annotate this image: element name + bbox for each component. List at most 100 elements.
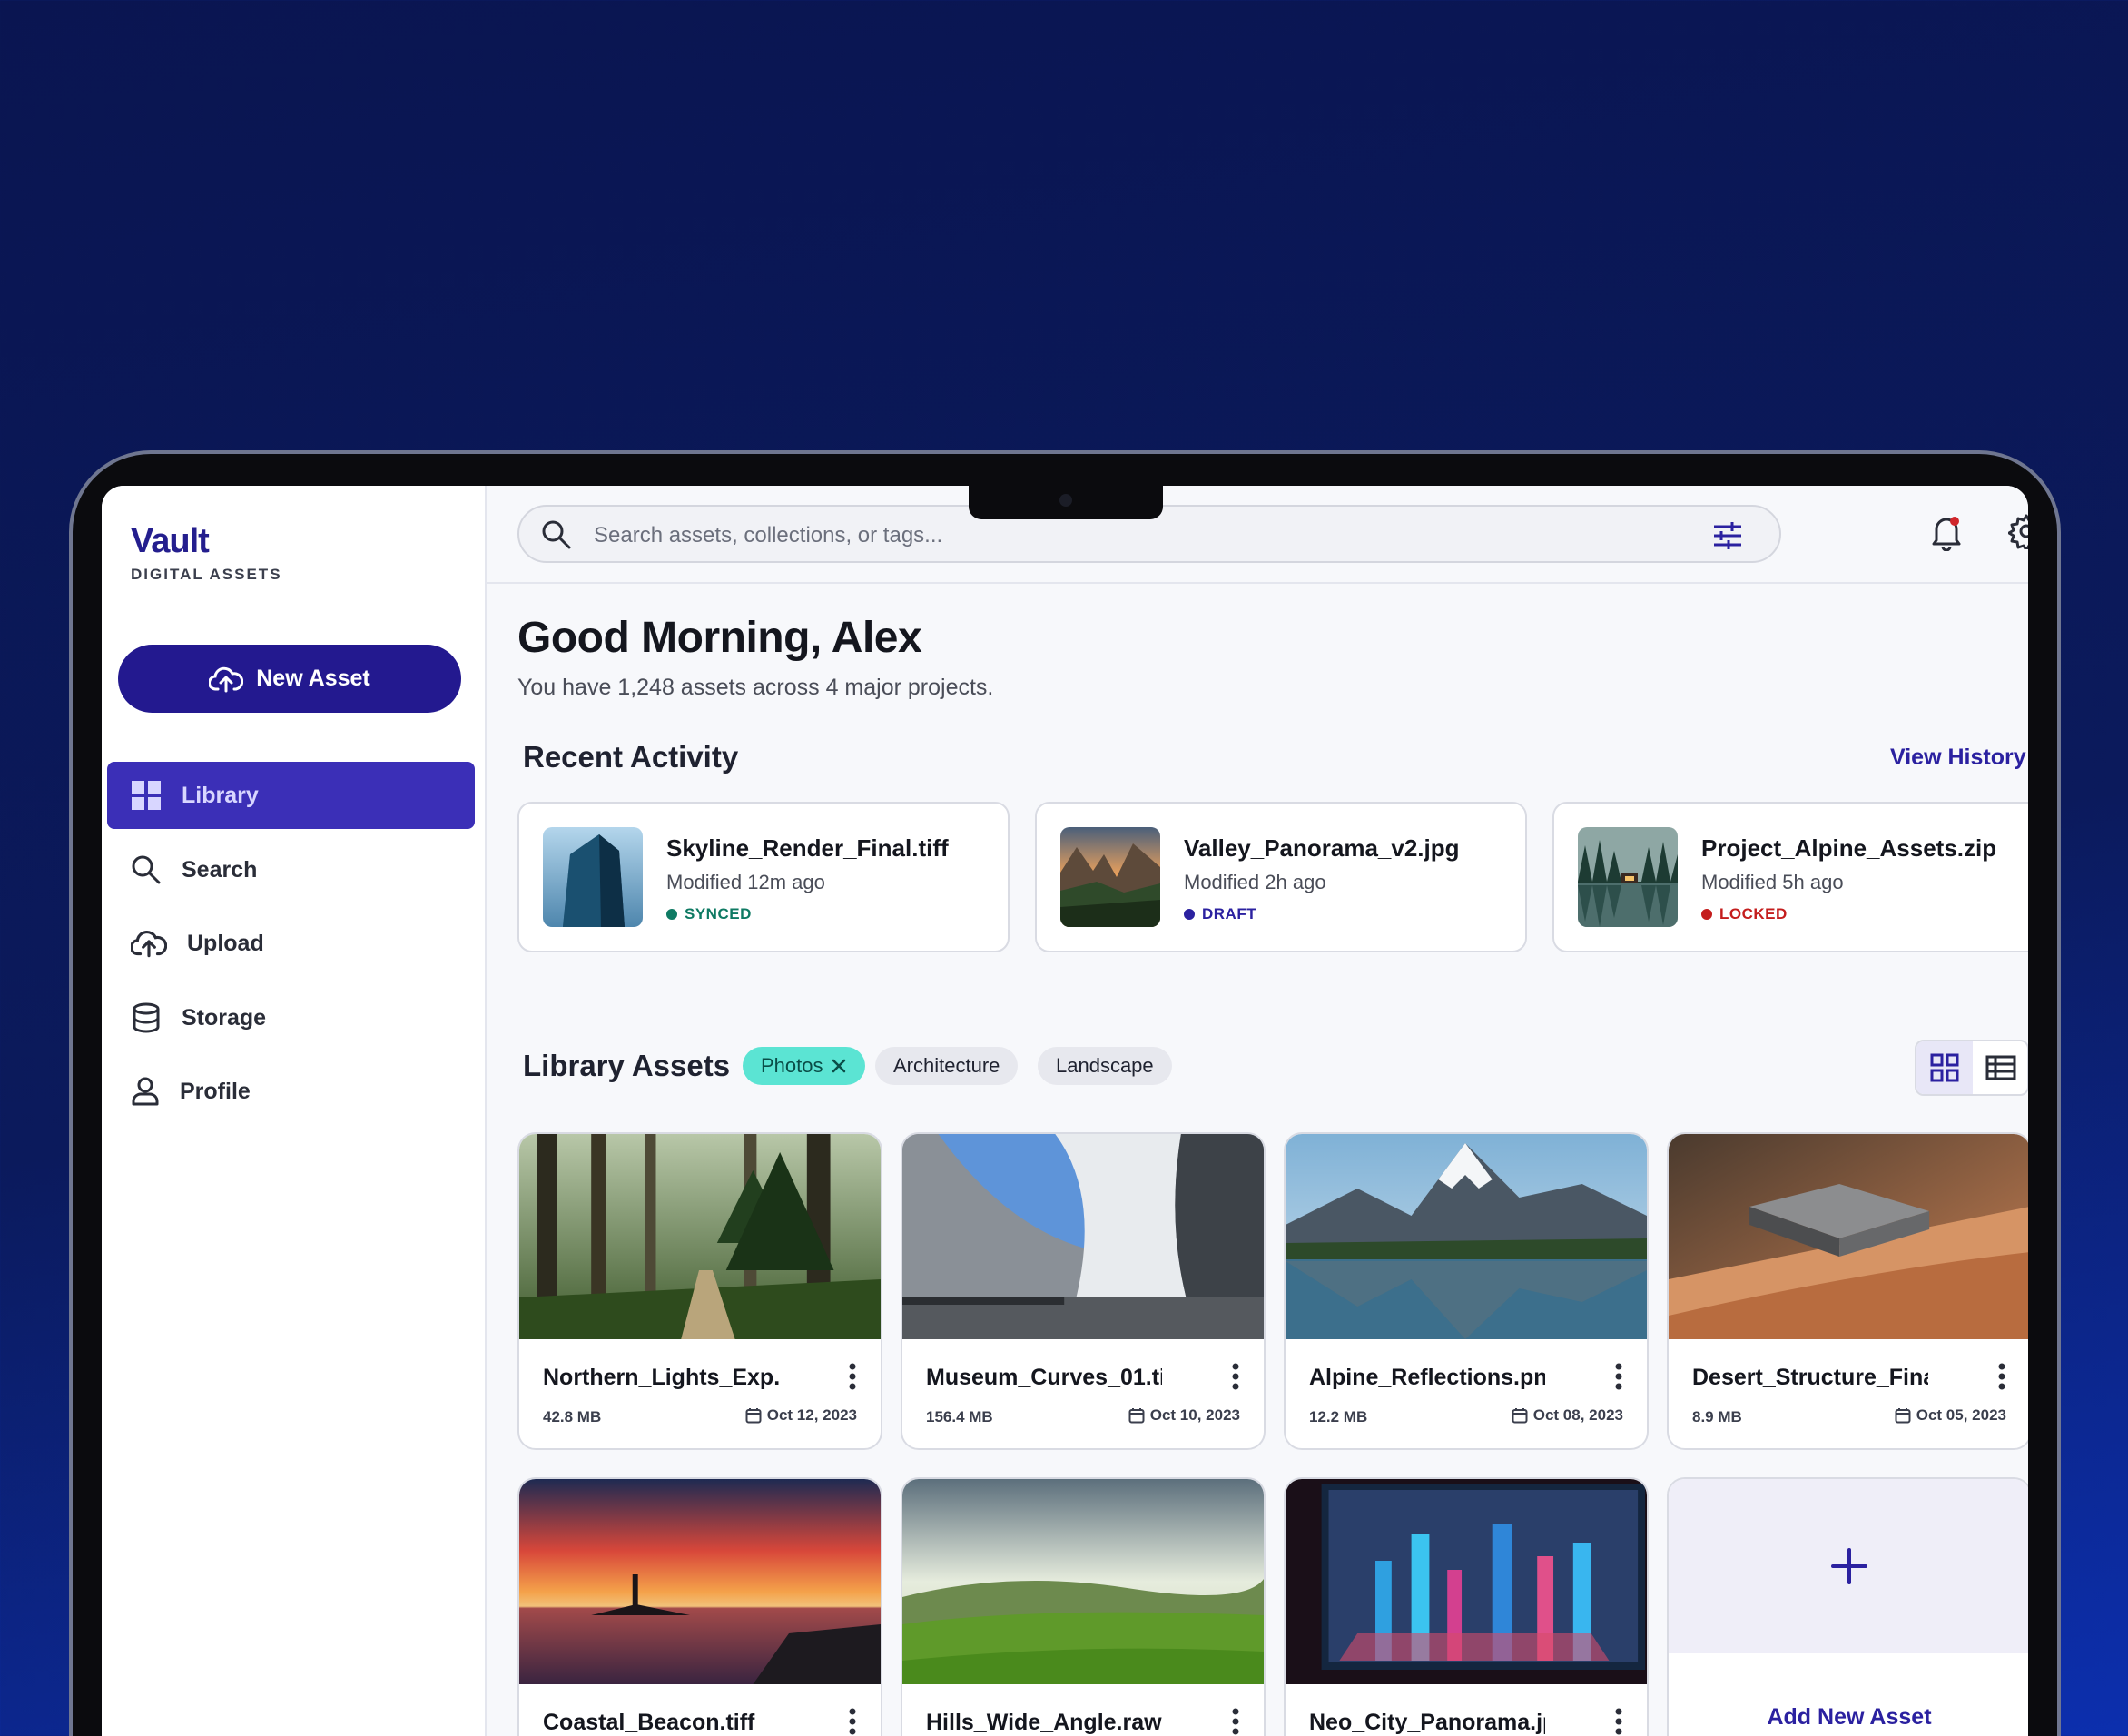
- asset-size: 12.2 MB: [1309, 1408, 1368, 1425]
- list-view-button[interactable]: [1973, 1041, 2027, 1094]
- asset-date-label: Oct 08, 2023: [1532, 1406, 1623, 1424]
- status-badge: DRAFT: [1184, 905, 1256, 923]
- asset-date: Oct 05, 2023: [1895, 1406, 2006, 1425]
- asset-card[interactable]: Hills_Wide_Angle.raw: [901, 1477, 1266, 1736]
- recent-activity-title: Recent Activity: [523, 740, 739, 774]
- asset-date: Oct 10, 2023: [1128, 1406, 1240, 1425]
- view-toggle: [1915, 1040, 2028, 1096]
- grid-icon: [1930, 1053, 1959, 1082]
- asset-name: Desert_Structure_Fina: [1692, 1365, 1928, 1390]
- filter-chip-landscape[interactable]: Landscape: [1038, 1047, 1172, 1085]
- sidebar-item-upload[interactable]: Upload: [107, 910, 475, 977]
- asset-date-label: Oct 12, 2023: [766, 1406, 857, 1424]
- asset-date: Oct 12, 2023: [745, 1406, 857, 1425]
- sidebar-item-label: Storage: [182, 1004, 267, 1031]
- close-icon[interactable]: [831, 1058, 847, 1074]
- database-icon: [133, 1002, 160, 1033]
- asset-date: Oct 08, 2023: [1512, 1406, 1623, 1425]
- search-icon: [132, 855, 161, 884]
- more-vertical-icon[interactable]: [1231, 1708, 1240, 1735]
- sidebar-item-library[interactable]: Library: [107, 762, 475, 829]
- recent-item-name: Skyline_Render_Final.tiff: [666, 834, 949, 862]
- status-badge: SYNCED: [666, 905, 752, 923]
- recent-item-modified: Modified 12m ago: [666, 871, 825, 893]
- app-logo[interactable]: Vault: [131, 522, 210, 561]
- user-icon: [132, 1077, 159, 1106]
- more-vertical-icon[interactable]: [1231, 1363, 1240, 1390]
- asset-card[interactable]: Museum_Curves_01.ti 156.4 MB Oct 10, 202…: [901, 1132, 1266, 1450]
- forest-image: [519, 1134, 881, 1339]
- sidebar-item-label: Library: [182, 782, 259, 808]
- chip-label: Photos: [761, 1054, 823, 1077]
- library-assets-title: Library Assets: [523, 1049, 731, 1082]
- add-new-asset-card[interactable]: Add New Asset: [1667, 1477, 2028, 1736]
- recent-item[interactable]: Valley_Panorama_v2.jpg Modified 2h ago D…: [1035, 802, 1527, 952]
- cloud-upload-icon: [209, 666, 244, 692]
- view-history-link[interactable]: View History: [1890, 745, 2026, 771]
- asset-card[interactable]: Coastal_Beacon.tiff: [517, 1477, 882, 1736]
- recent-item[interactable]: Project_Alpine_Assets.zip Modified 5h ag…: [1552, 802, 2028, 952]
- sidebar-item-storage[interactable]: Storage: [107, 984, 475, 1051]
- sidebar: Vault DIGITAL ASSETS New Asset Library S…: [102, 486, 487, 1736]
- status-dot: [666, 909, 677, 920]
- page-title: Good Morning, Alex: [517, 614, 922, 662]
- status-label: SYNCED: [685, 905, 752, 922]
- page-subtitle: You have 1,248 assets across 4 major pro…: [517, 675, 994, 700]
- more-vertical-icon[interactable]: [848, 1708, 857, 1735]
- bell-icon[interactable]: [1930, 513, 1963, 551]
- sidebar-item-search[interactable]: Search: [107, 836, 475, 903]
- asset-name: Coastal_Beacon.tiff: [543, 1710, 755, 1735]
- asset-name: Northern_Lights_Exp.: [543, 1365, 779, 1390]
- more-vertical-icon[interactable]: [1614, 1708, 1623, 1735]
- sidebar-item-profile[interactable]: Profile: [107, 1058, 475, 1125]
- plus-icon: [1831, 1548, 1867, 1584]
- more-vertical-icon[interactable]: [848, 1363, 857, 1390]
- asset-card[interactable]: Alpine_Reflections.pn 12.2 MB Oct 08, 20…: [1284, 1132, 1649, 1450]
- more-vertical-icon[interactable]: [1997, 1363, 2006, 1390]
- filter-icon[interactable]: [1712, 521, 1743, 550]
- hills-image: [902, 1479, 1264, 1684]
- asset-size: 42.8 MB: [543, 1408, 602, 1425]
- recent-item-name: Project_Alpine_Assets.zip: [1701, 834, 1997, 862]
- calendar-icon: [1128, 1408, 1145, 1424]
- valley-thumbnail: [1060, 827, 1160, 927]
- status-dot: [1184, 909, 1195, 920]
- new-asset-label: New Asset: [256, 666, 370, 691]
- asset-card[interactable]: Neo_City_Panorama.jp: [1284, 1477, 1649, 1736]
- recent-item-modified: Modified 5h ago: [1701, 871, 1844, 893]
- calendar-icon: [1895, 1408, 1911, 1424]
- search-input[interactable]: Search assets, collections, or tags...: [594, 523, 942, 548]
- add-asset-area: [1669, 1479, 2028, 1653]
- asset-card[interactable]: Northern_Lights_Exp. 42.8 MB Oct 12, 202…: [517, 1132, 882, 1450]
- cloud-upload-icon: [131, 931, 167, 958]
- asset-name: Alpine_Reflections.pn: [1309, 1365, 1545, 1390]
- sidebar-item-label: Search: [182, 856, 258, 883]
- camera-icon: [1059, 494, 1072, 507]
- alpine-image: [1286, 1134, 1647, 1339]
- grid-icon: [132, 781, 161, 810]
- filter-chip-photos[interactable]: Photos: [743, 1047, 865, 1085]
- camera-notch: [969, 483, 1163, 519]
- asset-date-label: Oct 05, 2023: [1916, 1406, 2006, 1424]
- chip-label: Landscape: [1056, 1054, 1154, 1077]
- grid-view-button[interactable]: [1916, 1041, 1973, 1094]
- list-icon: [1985, 1055, 2016, 1080]
- recent-item-name: Valley_Panorama_v2.jpg: [1184, 834, 1460, 862]
- more-vertical-icon[interactable]: [1614, 1363, 1623, 1390]
- coastal-image: [519, 1479, 881, 1684]
- recent-item[interactable]: Skyline_Render_Final.tiff Modified 12m a…: [517, 802, 1010, 952]
- gear-icon[interactable]: [2008, 513, 2028, 549]
- calendar-icon: [1512, 1408, 1528, 1424]
- recent-item-modified: Modified 2h ago: [1184, 871, 1326, 893]
- asset-name: Museum_Curves_01.ti: [926, 1365, 1162, 1390]
- status-label: DRAFT: [1202, 905, 1257, 922]
- sidebar-item-label: Profile: [180, 1078, 251, 1104]
- chip-label: Architecture: [893, 1054, 1000, 1077]
- alpine-thumbnail: [1578, 827, 1678, 927]
- sidebar-item-label: Upload: [187, 930, 264, 956]
- new-asset-button[interactable]: New Asset: [118, 645, 461, 713]
- asset-name: Hills_Wide_Angle.raw: [926, 1710, 1162, 1735]
- asset-size: 8.9 MB: [1692, 1408, 1742, 1425]
- asset-card[interactable]: Desert_Structure_Fina 8.9 MB Oct 05, 202…: [1667, 1132, 2028, 1450]
- filter-chip-architecture[interactable]: Architecture: [875, 1047, 1019, 1085]
